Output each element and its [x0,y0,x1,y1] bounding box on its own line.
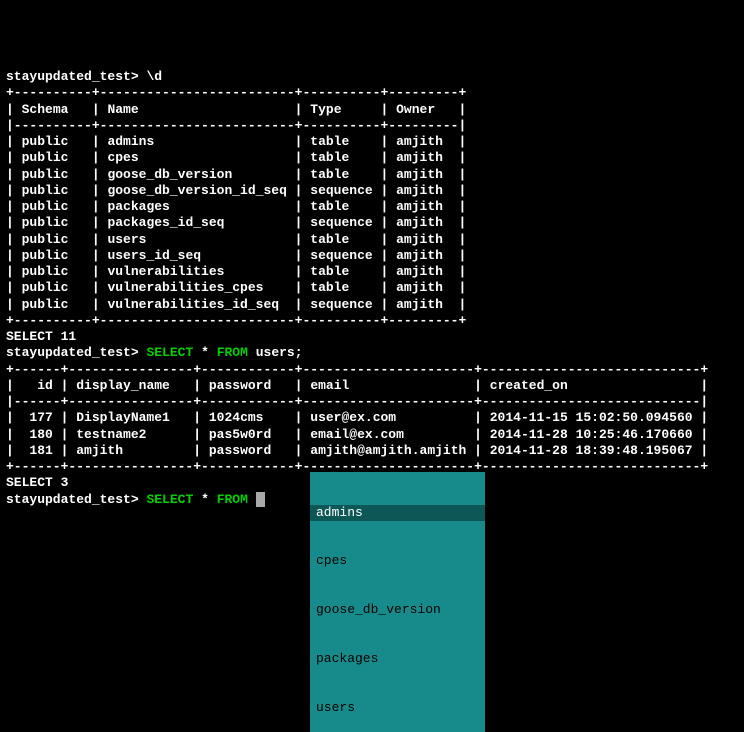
table-row: | public | cpes | table | amjith | [6,150,466,165]
table-row: | public | packages | table | amjith | [6,199,466,214]
autocomplete-item[interactable]: admins [310,505,485,521]
table-border: +----------+-------------------------+--… [6,313,466,328]
sql-keyword: SELECT [146,345,193,360]
table-row: | public | vulnerabilities | table | amj… [6,264,466,279]
prompt-db: stayupdated_test> [6,492,139,507]
sql-keyword: SELECT [146,492,193,507]
autocomplete-item[interactable]: packages [310,651,485,667]
autocomplete-item[interactable]: users [310,700,485,716]
table-row: | public | vulnerabilities_cpes | table … [6,280,466,295]
table-row: | 181 | amjith | password | amjith@amjit… [6,443,708,458]
autocomplete-item[interactable]: goose_db_version [310,602,485,618]
table-row: | public | goose_db_version | table | am… [6,167,466,182]
table-border: |----------+-------------------------+--… [6,118,466,133]
table-row: | 180 | testname2 | pas5w0rd | email@ex.… [6,427,708,442]
table-row: | public | admins | table | amjith | [6,134,466,149]
autocomplete-item[interactable]: cpes [310,553,485,569]
table-border: +----------+-------------------------+--… [6,85,466,100]
status-text: SELECT 3 [6,475,68,490]
prompt-db: stayupdated_test> [6,345,139,360]
table-header-row: | id | display_name | password | email |… [6,378,708,393]
status-text: SELECT 11 [6,329,76,344]
table-header-row: | Schema | Name | Type | Owner | [6,102,466,117]
table-row: | public | vulnerabilities_id_seq | sequ… [6,297,466,312]
table-row: | 177 | DisplayName1 | 1024cms | user@ex… [6,410,708,425]
autocomplete-popup[interactable]: admins cpes goose_db_version packages us… [310,472,485,732]
cursor [256,492,265,507]
sql-arg: users; [256,345,303,360]
terminal-output[interactable]: stayupdated_test> \d +----------+-------… [6,69,738,508]
sql-keyword: FROM [217,492,248,507]
prompt-db: stayupdated_test> [6,69,139,84]
table-row: | public | users_id_seq | sequence | amj… [6,248,466,263]
sql-keyword: FROM [217,345,248,360]
sql-star: * [201,492,209,507]
cmd-psql: \d [146,69,162,84]
table-border: +------+----------------+------------+--… [6,362,708,377]
table-row: | public | users | table | amjith | [6,232,466,247]
table-row: | public | packages_id_seq | sequence | … [6,215,466,230]
sql-star: * [201,345,209,360]
table-border: |------+----------------+------------+--… [6,394,708,409]
table-row: | public | goose_db_version_id_seq | seq… [6,183,466,198]
